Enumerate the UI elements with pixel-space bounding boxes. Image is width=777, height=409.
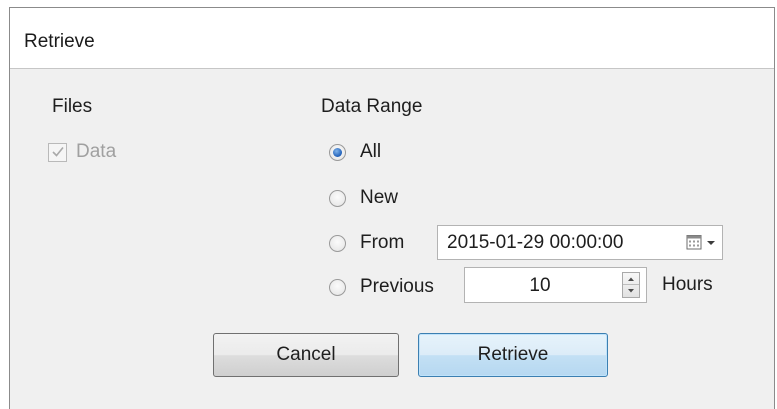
title-bar: Retrieve [10, 8, 774, 69]
spinner-arrows [622, 272, 640, 298]
retrieve-dialog: Retrieve Files Data Data Range All New F… [9, 7, 775, 409]
calendar-icon [686, 235, 702, 250]
radio-new[interactable]: New [329, 187, 398, 209]
cancel-button[interactable]: Cancel [213, 333, 399, 377]
data-checkbox [48, 142, 67, 162]
data-checkbox-row: Data [48, 141, 116, 163]
data-checkbox-label: Data [76, 141, 117, 162]
checkmark-icon [52, 146, 64, 157]
radio-from[interactable]: From [329, 232, 404, 254]
spin-up-button[interactable] [623, 273, 639, 285]
radio-all-label[interactable]: All [360, 141, 381, 163]
radio-from-label[interactable]: From [360, 232, 404, 254]
radio-all-button[interactable] [329, 143, 346, 161]
previous-hours-value[interactable]: 10 [465, 275, 615, 297]
retrieve-button-label[interactable]: Retrieve [478, 344, 549, 366]
radio-all[interactable]: All [329, 141, 381, 163]
radio-from-button[interactable] [329, 234, 346, 252]
calendar-dropdown-button[interactable] [686, 234, 716, 251]
arrow-down-icon [628, 289, 634, 293]
previous-hours-spinner[interactable]: 10 [464, 267, 647, 303]
files-group-label: Files [52, 96, 93, 117]
radio-previous-button[interactable] [329, 278, 346, 296]
radio-previous-label[interactable]: Previous [360, 276, 434, 298]
hours-unit-label: Hours [662, 274, 713, 295]
window-title: Retrieve [24, 31, 95, 52]
radio-previous[interactable]: Previous [329, 276, 434, 298]
from-datetime-picker[interactable]: 2015-01-29 00:00:00 [437, 225, 723, 260]
radio-new-button[interactable] [329, 189, 346, 207]
chevron-down-icon [707, 240, 715, 245]
radio-new-label[interactable]: New [360, 187, 398, 209]
arrow-up-icon [628, 277, 634, 281]
from-datetime-value[interactable]: 2015-01-29 00:00:00 [447, 232, 623, 254]
cancel-button-label[interactable]: Cancel [276, 344, 335, 366]
data-range-group-label: Data Range [321, 96, 423, 117]
retrieve-button[interactable]: Retrieve [418, 333, 608, 377]
spin-down-button[interactable] [623, 285, 639, 297]
